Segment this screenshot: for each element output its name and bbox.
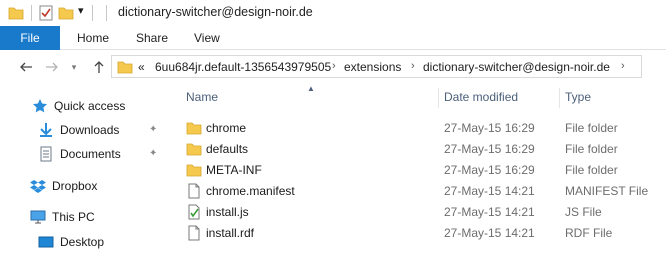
- up-arrow-icon: [94, 61, 104, 73]
- file-row-install-rdf[interactable]: install.rdf 27-May-15 14:21 RDF File: [176, 223, 666, 244]
- properties-icon[interactable]: [38, 5, 54, 24]
- script-file-icon: [186, 204, 202, 220]
- file-type: MANIFEST File: [565, 184, 649, 198]
- tab-view[interactable]: View: [194, 31, 220, 45]
- address-bar[interactable]: « 6uu684jr.default-1356543979505 › exten…: [111, 55, 642, 78]
- file-name: chrome: [206, 121, 247, 135]
- recent-locations-button[interactable]: ▾: [66, 59, 82, 75]
- dropbox-icon: [30, 178, 46, 194]
- breadcrumb-current[interactable]: dictionary-switcher@design-noir.de: [423, 60, 610, 74]
- column-divider[interactable]: [559, 88, 560, 108]
- file-date: 27-May-15 16:29: [444, 142, 535, 156]
- file-row-defaults[interactable]: defaults 27-May-15 16:29 File folder: [176, 139, 666, 160]
- file-type: File folder: [565, 142, 618, 156]
- nav-item-this-pc[interactable]: This PC: [30, 207, 95, 227]
- file-type: RDF File: [565, 226, 613, 240]
- back-arrow-icon: [20, 62, 32, 72]
- new-folder-icon[interactable]: [58, 5, 74, 24]
- title-bar: ▾ dictionary-switcher@design-noir.de: [0, 0, 666, 26]
- folder-icon: [186, 141, 202, 157]
- column-header-type[interactable]: Type: [565, 90, 591, 104]
- file-icon: [186, 183, 202, 199]
- file-row-chrome-manifest[interactable]: chrome.manifest 27-May-15 14:21 MANIFEST…: [176, 181, 666, 202]
- file-date: 27-May-15 16:29: [444, 163, 535, 177]
- breadcrumb-extensions[interactable]: extensions: [344, 60, 401, 74]
- breadcrumb-overflow[interactable]: «: [138, 60, 145, 74]
- file-row-install-js[interactable]: install.js 27-May-15 14:21 JS File: [176, 202, 666, 223]
- breadcrumb-profile[interactable]: 6uu684jr.default-1356543979505: [155, 60, 331, 74]
- file-name: install.rdf: [206, 226, 255, 240]
- up-button[interactable]: [91, 59, 107, 75]
- column-divider[interactable]: [438, 88, 439, 108]
- folder-icon: [186, 120, 202, 136]
- address-row: ▾ « 6uu684jr.default-1356543979505 › ext…: [0, 50, 666, 84]
- tab-home[interactable]: Home: [77, 31, 109, 45]
- nav-item-label: This PC: [52, 210, 95, 224]
- nav-item-label: Desktop: [60, 235, 105, 249]
- chevron-down-icon: ▾: [71, 61, 77, 72]
- computer-icon: [30, 209, 46, 225]
- documents-icon: [38, 146, 54, 162]
- folder-icon: [186, 162, 202, 178]
- chevron-right-icon[interactable]: ›: [332, 60, 336, 72]
- nav-item-downloads[interactable]: Downloads: [38, 120, 119, 140]
- file-type: File folder: [565, 121, 618, 135]
- tab-file[interactable]: File: [0, 26, 60, 50]
- sort-ascending-icon: ▲: [307, 84, 315, 93]
- window-title: dictionary-switcher@design-noir.de: [118, 5, 313, 19]
- divider: [106, 5, 107, 21]
- divider: [31, 5, 32, 21]
- file-row-chrome[interactable]: chrome 27-May-15 16:29 File folder: [176, 118, 666, 139]
- nav-item-label: Documents: [60, 147, 121, 161]
- divider: [92, 5, 93, 21]
- nav-item-label: Dropbox: [52, 179, 98, 193]
- nav-item-documents[interactable]: Documents: [38, 144, 121, 164]
- pin-icon[interactable]: ✦: [149, 124, 157, 135]
- column-header-date[interactable]: Date modified: [444, 90, 518, 104]
- file-date: 27-May-15 14:21: [444, 205, 535, 219]
- nav-item-dropbox[interactable]: Dropbox: [30, 176, 97, 196]
- chevron-right-icon[interactable]: ›: [621, 60, 625, 72]
- ribbon: File Home Share View: [0, 26, 666, 50]
- file-date: 27-May-15 14:21: [444, 226, 535, 240]
- folder-icon: [117, 59, 133, 78]
- file-type: File folder: [565, 163, 618, 177]
- file-name: chrome.manifest: [206, 184, 295, 198]
- chevron-right-icon[interactable]: ›: [411, 60, 415, 72]
- forward-button[interactable]: [44, 59, 60, 75]
- desktop-icon: [38, 234, 54, 250]
- file-name: defaults: [206, 142, 249, 156]
- forward-arrow-icon: [46, 62, 58, 72]
- back-button[interactable]: [18, 59, 34, 75]
- pin-icon[interactable]: ✦: [149, 148, 157, 159]
- nav-item-label: Downloads: [60, 123, 120, 137]
- nav-item-desktop[interactable]: Desktop: [38, 232, 104, 252]
- file-date: 27-May-15 16:29: [444, 121, 535, 135]
- nav-item-quick-access[interactable]: Quick access: [32, 96, 125, 116]
- file-row-meta-inf[interactable]: META-INF 27-May-15 16:29 File folder: [176, 160, 666, 181]
- star-icon: [32, 98, 48, 114]
- file-icon: [186, 225, 202, 241]
- file-name: install.js: [206, 205, 249, 219]
- file-type: JS File: [565, 205, 602, 219]
- nav-item-label: Quick access: [54, 99, 126, 113]
- folder-icon: [8, 5, 24, 24]
- download-icon: [38, 122, 54, 138]
- customize-dropdown-icon[interactable]: ▾: [78, 4, 84, 17]
- file-date: 27-May-15 14:21: [444, 184, 535, 198]
- tab-share[interactable]: Share: [136, 31, 168, 45]
- navigation-pane: Quick access Downloads ✦ Documents ✦ Dro…: [0, 84, 170, 258]
- file-name: META-INF: [206, 163, 262, 177]
- file-list: ▲ Name Date modified Type chrome 27-May-…: [176, 84, 666, 258]
- column-header-name[interactable]: Name: [186, 90, 218, 104]
